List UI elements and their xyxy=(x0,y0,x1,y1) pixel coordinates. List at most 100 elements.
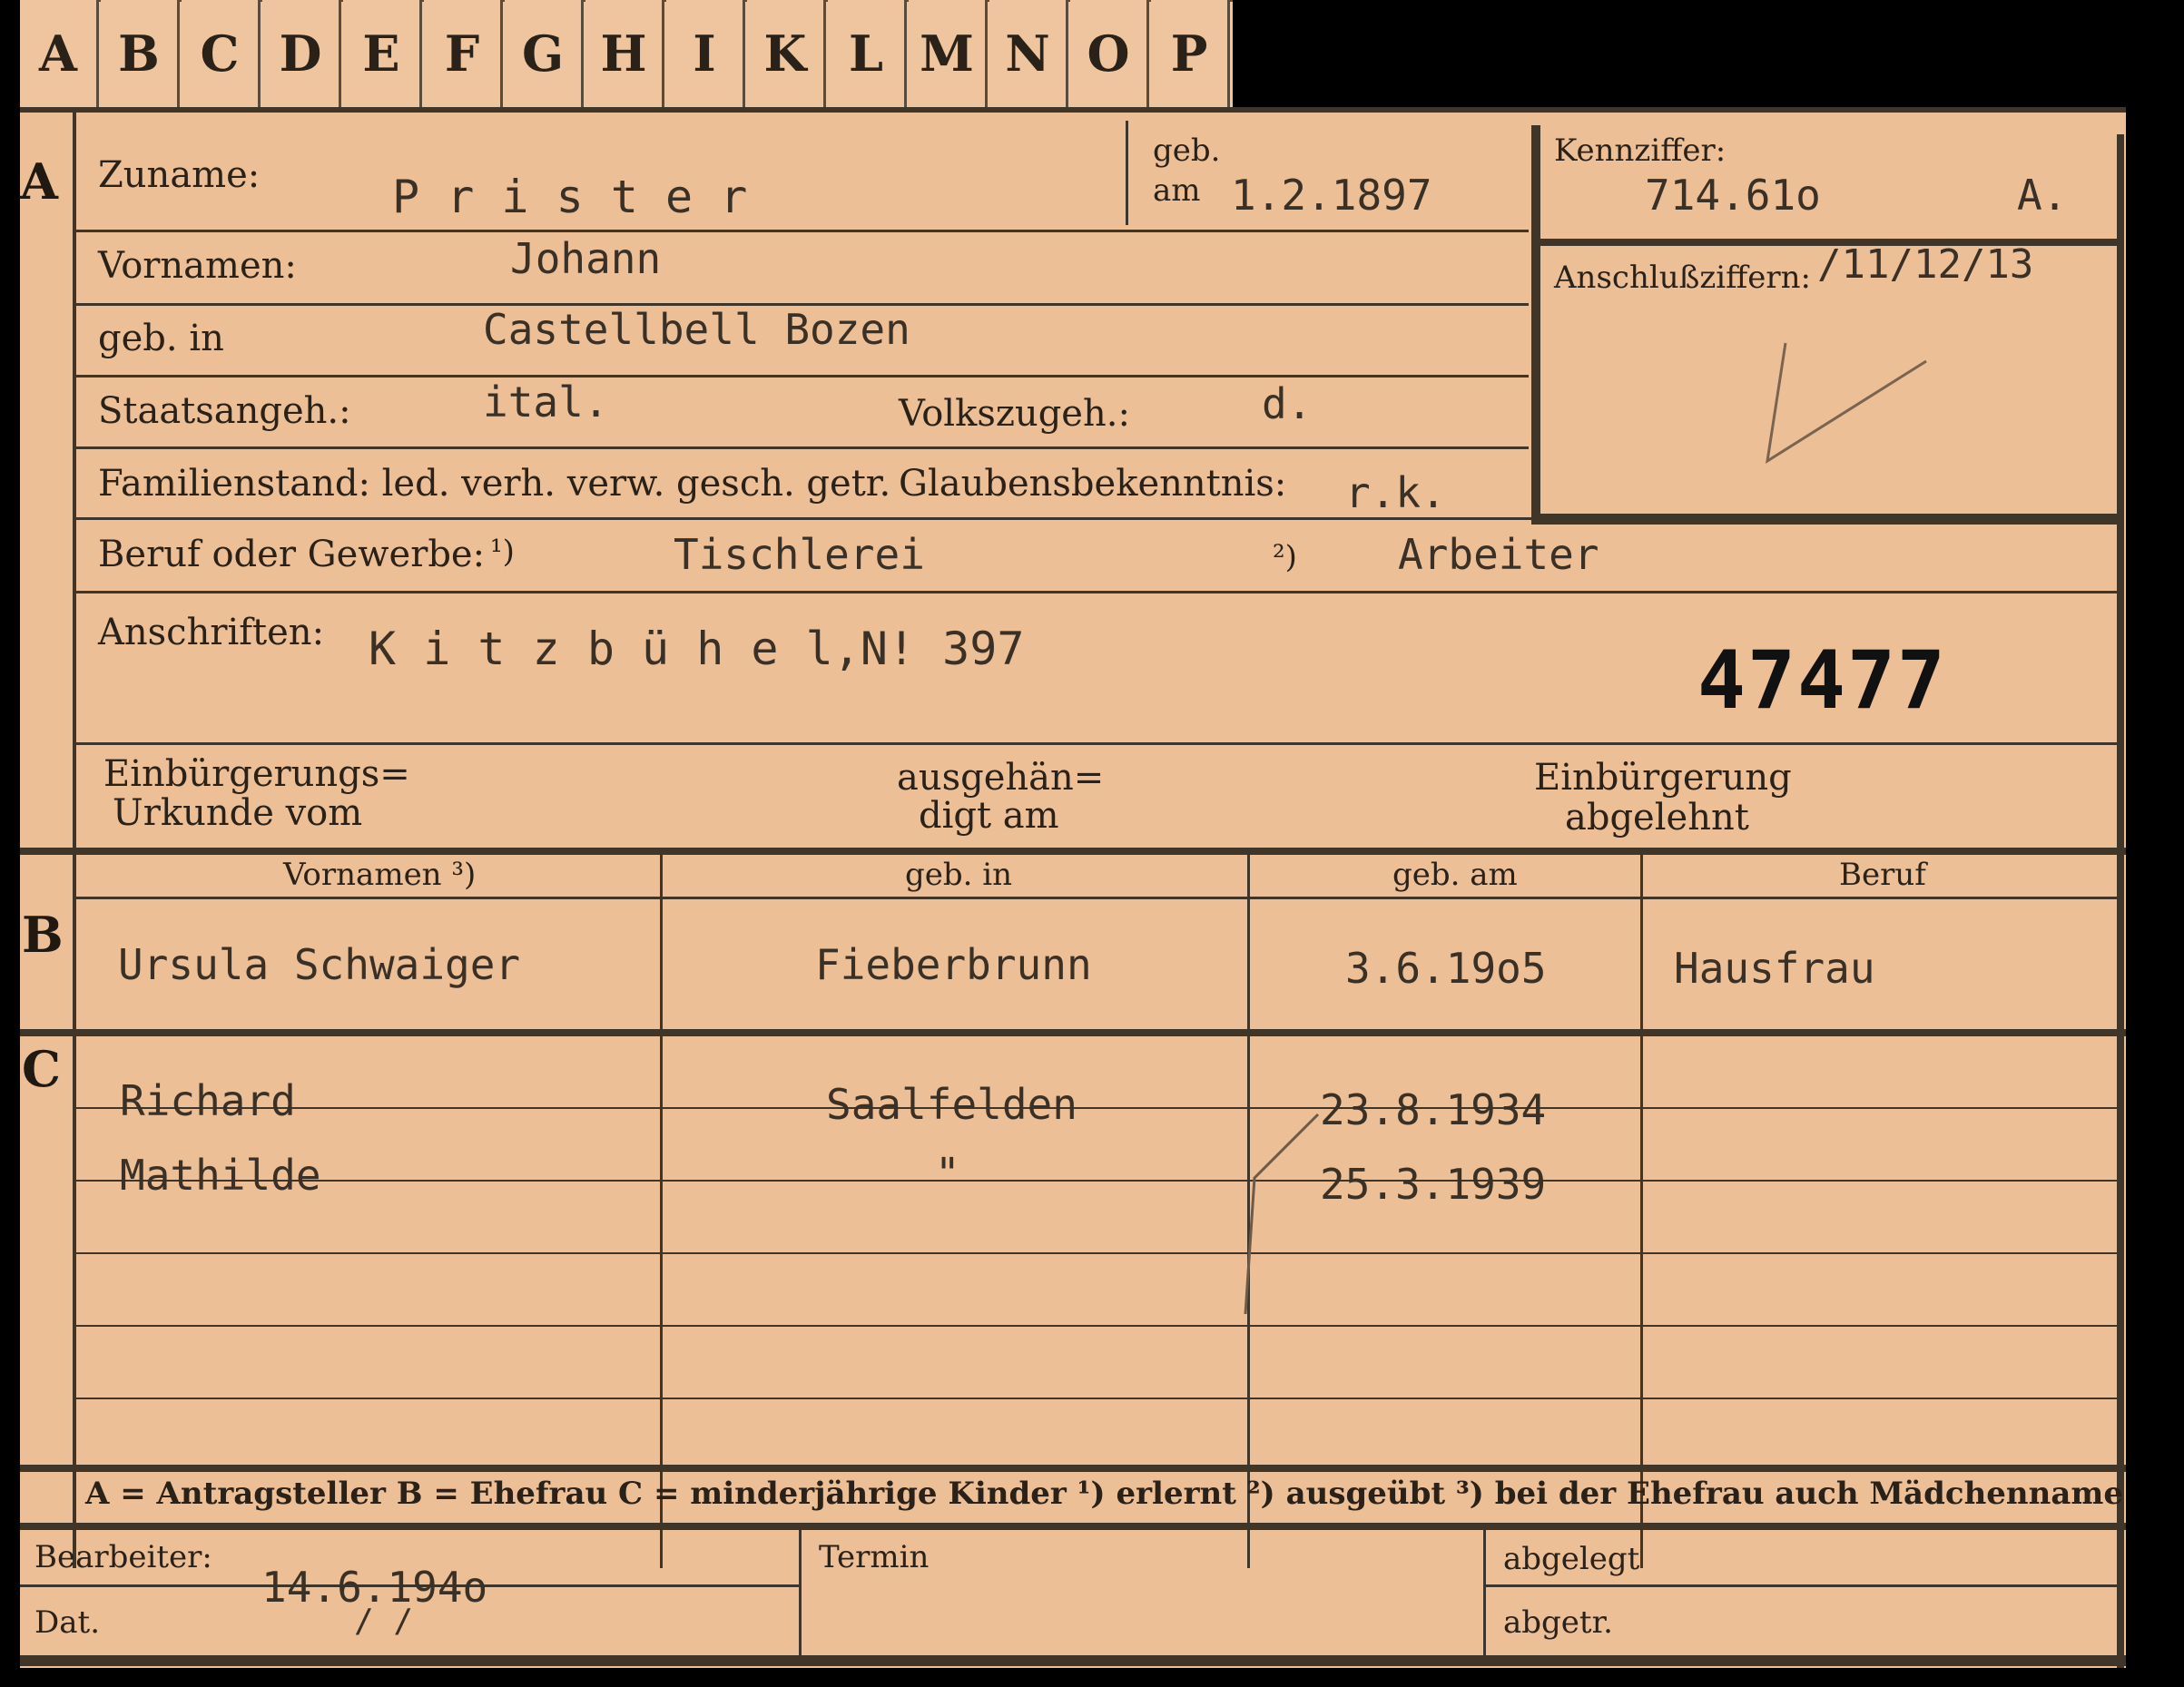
value-anschlussziffern: /11/12/13 xyxy=(1817,241,2034,288)
label-geb-in: geb. in xyxy=(98,318,224,359)
rule-row-4 xyxy=(76,446,1529,449)
stamp-number: 47477 xyxy=(1697,633,1947,727)
section-c-top-border xyxy=(20,1029,2126,1036)
section-a-margin-rule xyxy=(73,107,76,851)
section-a-marker: A xyxy=(20,152,58,211)
label-beruf: Beruf oder Gewerbe: xyxy=(98,534,486,575)
label-volkszugeh: Volkszugeh.: xyxy=(899,393,1130,435)
label-zuname: Zuname: xyxy=(98,154,261,196)
index-tab: G xyxy=(505,0,584,107)
index-tab: P xyxy=(1151,0,1230,107)
label-kennziffer: Kennziffer: xyxy=(1554,132,1727,169)
rule-c-5 xyxy=(76,1398,2119,1399)
index-tab: I xyxy=(666,0,745,107)
label-bearbeiter: Bearbeiter: xyxy=(34,1539,212,1575)
dat-slashes: / / xyxy=(354,1603,414,1640)
child-1-geb-am: 23.8.1934 xyxy=(1320,1085,1547,1134)
rule-row-3 xyxy=(76,375,1529,378)
index-tab: F xyxy=(424,0,503,107)
legend-text: A = Antragsteller B = Ehefrau C = minder… xyxy=(85,1476,2123,1512)
label-vornamen: Vornamen: xyxy=(98,245,297,287)
card-right-border xyxy=(2117,134,2124,1668)
index-tab: D xyxy=(262,0,341,107)
label-geb-am-bottom: am xyxy=(1153,172,1201,209)
label-einbuergerungs-line2: Urkunde vom xyxy=(113,792,363,834)
index-tab: M xyxy=(909,0,988,107)
spouse-name: Ursula Schwaiger xyxy=(118,940,521,989)
rule-c-3 xyxy=(76,1252,2119,1254)
index-tab: C xyxy=(182,0,261,107)
header-geb-in: geb. in xyxy=(905,857,1013,893)
card-bottom-border xyxy=(20,1655,2126,1666)
spouse-beruf: Hausfrau xyxy=(1674,944,1875,993)
label-staatsangeh: Staatsangeh.: xyxy=(98,390,351,432)
label-note-2: ²) xyxy=(1273,539,1297,575)
value-staatsangeh: ital. xyxy=(483,378,609,427)
legend-bottom-border xyxy=(20,1523,2126,1530)
value-beruf-erlernt: Tischlerei xyxy=(674,530,925,579)
index-tab: B xyxy=(101,0,180,107)
child-2-geb-in: " xyxy=(935,1149,960,1198)
geb-am-divider xyxy=(1126,121,1128,225)
header-beruf: Beruf xyxy=(1839,857,1926,893)
footer-divider-1 xyxy=(799,1528,802,1655)
col-divider-1 xyxy=(660,851,663,1568)
index-tab: O xyxy=(1070,0,1149,107)
index-tab: E xyxy=(343,0,422,107)
rule-c-1 xyxy=(76,1107,2119,1109)
value-beruf-ausgeuebt: Arbeiter xyxy=(1398,530,1599,579)
section-c-marker: C xyxy=(22,1040,61,1098)
index-tab: H xyxy=(585,0,664,107)
value-kennziffer: 714.61o xyxy=(1645,171,1821,220)
value-zuname: P r i s t e r xyxy=(392,171,748,223)
child-2-name: Mathilde xyxy=(120,1151,321,1200)
label-dat: Dat. xyxy=(34,1604,101,1641)
spouse-geb-am: 3.6.19o5 xyxy=(1345,944,1547,993)
value-volkszugeh: d. xyxy=(1262,379,1313,428)
card-top-border xyxy=(20,107,2126,113)
rule-row-5 xyxy=(76,517,2119,520)
index-tab: A xyxy=(20,0,99,107)
footer-rule-right xyxy=(1483,1584,2119,1587)
spouse-geb-in: Fieberbrunn xyxy=(815,940,1092,989)
pencil-check-mark xyxy=(1766,342,1927,465)
label-termin: Termin xyxy=(819,1539,930,1575)
header-geb-am: geb. am xyxy=(1392,857,1518,893)
col-divider-3 xyxy=(1640,851,1643,1568)
value-vornamen: Johann xyxy=(510,234,662,283)
child-1-name: Richard xyxy=(120,1076,296,1125)
value-geb-in: Castellbell Bozen xyxy=(483,305,910,354)
footer-divider-2 xyxy=(1483,1528,1486,1655)
value-anschriften: K i t z b ü h e l,N! 397 xyxy=(369,623,1025,675)
value-kennziffer-suffix: A. xyxy=(2017,171,2068,220)
label-abgelehnt-line2: abgelehnt xyxy=(1565,797,1749,839)
registration-card: A Zuname: P r i s t e r geb. am 1.2.1897… xyxy=(20,107,2126,1668)
label-note-1: ¹) xyxy=(490,534,515,570)
section-bc-margin-rule xyxy=(73,851,76,1568)
index-tab: N xyxy=(989,0,1068,107)
rule-c-4 xyxy=(76,1325,2119,1327)
section-b-top-border xyxy=(20,848,2126,855)
label-glaubensbekenntnis: Glaubensbekenntnis: xyxy=(899,463,1287,505)
label-anschlussziffern: Anschlußziffern: xyxy=(1554,260,1811,296)
label-abgelehnt-line1: Einbürgerung xyxy=(1534,757,1792,799)
value-geb-am: 1.2.1897 xyxy=(1231,171,1432,220)
pencil-stroke xyxy=(1244,1113,1320,1315)
index-tab: K xyxy=(747,0,826,107)
index-tab: L xyxy=(828,0,907,107)
rule-row-7 xyxy=(76,742,2119,745)
header-vornamen: Vornamen ³) xyxy=(283,857,477,893)
label-abgetr: abgetr. xyxy=(1503,1604,1613,1641)
child-2-geb-am: 25.3.1939 xyxy=(1320,1160,1547,1209)
rule-row-6 xyxy=(76,591,2119,593)
rule-row-1 xyxy=(76,230,1529,232)
label-familienstand: Familienstand: led. verh. verw. gesch. g… xyxy=(98,463,891,505)
section-b-marker: B xyxy=(22,906,64,964)
label-einbuergerungs-line1: Einbürgerungs= xyxy=(103,753,410,795)
child-1-geb-in: Saalfelden xyxy=(826,1080,1077,1129)
legend-top-border xyxy=(20,1465,2126,1472)
label-geb-am-top: geb. xyxy=(1153,132,1221,169)
kennziffer-box-left xyxy=(1531,125,1540,525)
value-glaubensbekenntnis: r.k. xyxy=(1345,468,1446,517)
label-anschriften: Anschriften: xyxy=(98,612,325,653)
